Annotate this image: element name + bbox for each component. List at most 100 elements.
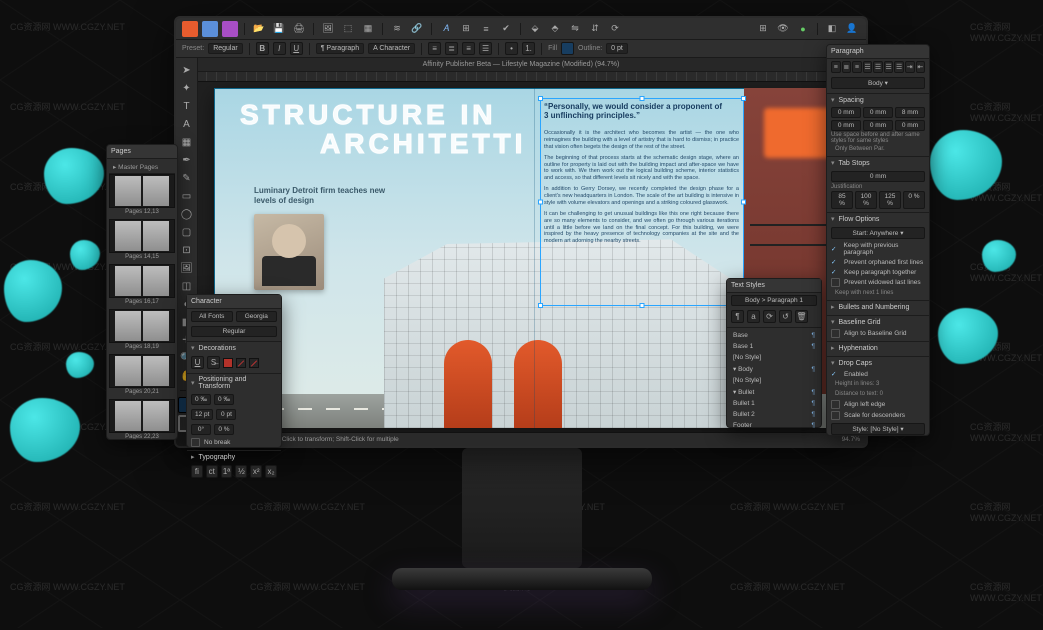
text-style-item[interactable]: [No Style] <box>727 375 821 386</box>
position-section[interactable]: Positioning and Transform <box>187 373 281 392</box>
text-style-item[interactable]: Footer¶ <box>727 420 821 431</box>
contextual-alt-icon[interactable]: ct <box>206 465 218 478</box>
para-align-away[interactable]: ⇤ <box>916 61 926 73</box>
vector-crop-tool-icon[interactable]: ◫ <box>178 278 196 294</box>
para-style-dropdown[interactable]: Body ▾ <box>831 77 925 89</box>
para-align-center[interactable]: ≣ <box>842 61 852 73</box>
ts-para-icon[interactable]: ¶ <box>731 310 744 323</box>
flow-section[interactable]: Flow Options <box>827 212 929 225</box>
pen-tool-icon[interactable]: ✒ <box>178 152 196 168</box>
para-justify-all[interactable]: ☰ <box>894 61 904 73</box>
align-right-icon[interactable]: ≡ <box>462 42 475 55</box>
bold-button[interactable]: B <box>256 42 269 55</box>
page-thumbnail[interactable]: Pages 14,15 <box>109 219 175 260</box>
persona-publisher-icon[interactable] <box>182 21 198 37</box>
dc-align-left[interactable]: Align left edge <box>827 399 929 410</box>
underline-toggle[interactable]: U <box>191 356 204 369</box>
kerning-field[interactable]: 0 ‰ <box>191 394 211 405</box>
char-fill-swatch[interactable] <box>223 358 233 368</box>
tab-default[interactable]: 0 mm <box>831 171 925 182</box>
rounded-rect-tool-icon[interactable]: ▢ <box>178 224 196 240</box>
decorations-section[interactable]: Decorations <box>187 341 281 354</box>
character-style-dropdown[interactable]: A Character <box>368 43 415 54</box>
hscale-field[interactable]: 0 % <box>214 424 234 435</box>
dropcaps-section[interactable]: Drop Caps <box>827 356 929 369</box>
dc-distance[interactable]: Distance to text: 0 <box>831 391 887 397</box>
preflight-icon[interactable]: ✔ <box>498 21 514 37</box>
place-image-tool-icon[interactable]: 🖼 <box>178 260 196 276</box>
no-break-check[interactable]: No break <box>187 437 281 448</box>
master-pages-header[interactable]: ▸ Master Pages <box>109 161 175 174</box>
paragraph-style-dropdown[interactable]: ¶ Paragraph <box>316 43 364 54</box>
italic-button[interactable]: I <box>273 42 286 55</box>
subheadline[interactable]: Luminary Detroit firm teaches new levels… <box>254 186 404 205</box>
just-min[interactable]: 85 % <box>831 191 853 209</box>
article-text-frame[interactable]: Occasionally it is the architect who bec… <box>544 130 739 418</box>
font-family-dropdown[interactable]: Georgia <box>236 311 278 322</box>
spacing-section[interactable]: Spacing <box>827 93 929 106</box>
save-icon[interactable]: 💾 <box>271 21 287 37</box>
keep-next[interactable]: Keep with next 1 lines <box>831 290 897 296</box>
text-style-item[interactable]: ▾ Body¶ <box>727 363 821 375</box>
pages-panel[interactable]: Pages ▸ Master Pages Pages 12,13Pages 14… <box>106 144 178 440</box>
ts-char-icon[interactable]: a <box>747 310 760 323</box>
align-center-icon[interactable]: ≣ <box>445 42 458 55</box>
widow-check[interactable]: Prevent widowed last lines <box>827 277 929 288</box>
dc-style[interactable]: Style: [No Style] ▾ <box>831 423 925 435</box>
persona-photo-icon[interactable] <box>222 21 238 37</box>
move-tool-icon[interactable]: ➤ <box>178 62 196 78</box>
orphan-check[interactable]: Prevent orphaned first lines <box>827 257 929 267</box>
page-thumbnail[interactable]: Pages 16,17 <box>109 264 175 305</box>
hyph-section[interactable]: Hyphenation <box>827 341 929 354</box>
keep-prev-check[interactable]: Keep with previous paragraph <box>827 241 929 257</box>
just-letter[interactable]: 0 % <box>903 191 925 209</box>
artistic-text-tool-icon[interactable]: A <box>178 116 196 132</box>
left-indent[interactable]: 0 mm <box>831 107 861 118</box>
ts-reset-icon[interactable]: ↺ <box>779 310 792 323</box>
ts-delete-icon[interactable]: 🗑 <box>795 310 808 323</box>
align-left-icon[interactable]: ≡ <box>428 42 441 55</box>
leading-override-field[interactable]: 0 pt <box>216 409 236 420</box>
text-styles-panel[interactable]: Text Styles Body > Paragraph 1 ¶ a ⟳ ↺ 🗑… <box>726 278 822 428</box>
align-justify-icon[interactable]: ☰ <box>479 42 492 55</box>
ordinals-icon[interactable]: 1ª <box>221 465 233 478</box>
page-thumbnail[interactable]: Pages 22,23 <box>109 399 175 439</box>
table-icon[interactable]: ▦ <box>360 21 376 37</box>
para-align-towards[interactable]: ⇥ <box>905 61 915 73</box>
place-icon[interactable]: ⬚ <box>340 21 356 37</box>
dropcaps-enable[interactable]: Enabled <box>827 369 929 379</box>
link-icon[interactable]: 🔗 <box>409 21 425 37</box>
pull-quote[interactable]: “Personally, we would consider a propone… <box>544 102 724 120</box>
font-collection-dropdown[interactable]: All Fonts <box>191 311 233 322</box>
image-icon[interactable]: 🖼 <box>320 21 336 37</box>
char-stroke-swatch[interactable] <box>249 358 259 368</box>
baseline-field[interactable]: 12 pt <box>191 409 213 420</box>
text-frame-icon[interactable]: ⊞ <box>458 21 474 37</box>
arrange-front-icon[interactable]: ⬘ <box>547 21 563 37</box>
tabs-section[interactable]: Tab Stops <box>827 156 929 169</box>
para-justify-left[interactable]: ☰ <box>863 61 873 73</box>
dc-lines[interactable]: Height in lines: 3 <box>831 381 883 387</box>
flip-v-icon[interactable]: ⇵ <box>587 21 603 37</box>
preflight-pass-icon[interactable]: ● <box>795 21 811 37</box>
just-des[interactable]: 100 % <box>855 191 877 209</box>
font-style-dropdown[interactable]: Regular <box>191 326 277 337</box>
rotate-icon[interactable]: ⟳ <box>607 21 623 37</box>
align-icon[interactable]: ≡ <box>478 21 494 37</box>
flow-start[interactable]: Start: Anywhere ▾ <box>831 227 925 239</box>
pencil-tool-icon[interactable]: ✎ <box>178 170 196 186</box>
headline-text[interactable]: STRUCTURE IN ARCHITETTI <box>240 100 526 159</box>
page-thumbnail[interactable]: Pages 20,21 <box>109 354 175 395</box>
frame-text-tool-icon[interactable]: T <box>178 98 196 114</box>
page-thumbnail[interactable]: Pages 12,13 <box>109 174 175 215</box>
fill-swatch[interactable] <box>561 42 574 55</box>
superscript-icon[interactable]: x² <box>250 465 262 478</box>
current-style[interactable]: Body > Paragraph 1 <box>731 295 817 306</box>
ellipse-tool-icon[interactable]: ◯ <box>178 206 196 222</box>
outline-width[interactable]: 0 pt <box>606 43 628 54</box>
account-icon[interactable]: 👤 <box>844 21 860 37</box>
underline-button[interactable]: U <box>290 42 303 55</box>
ruler-horizontal[interactable] <box>176 72 866 82</box>
persona-designer-icon[interactable] <box>202 21 218 37</box>
fractions-icon[interactable]: ½ <box>235 465 247 478</box>
